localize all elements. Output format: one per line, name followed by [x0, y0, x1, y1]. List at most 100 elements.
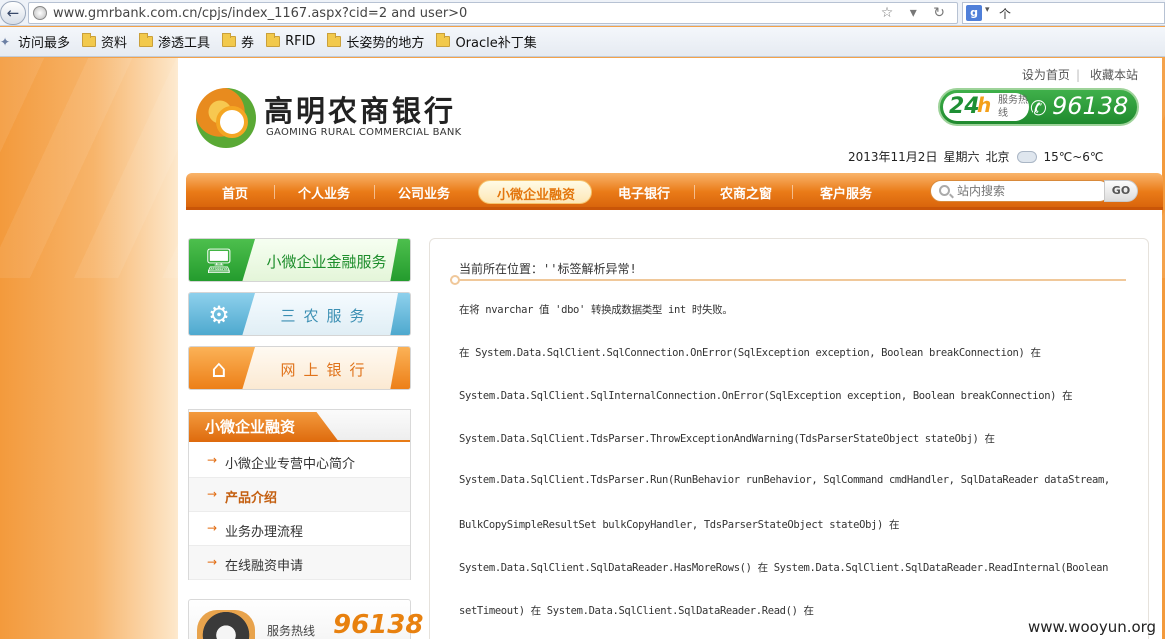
search-go-button[interactable]: GO	[1104, 180, 1138, 202]
bookmark-folder[interactable]: 长姿势的地方	[327, 32, 424, 51]
date-weather: 2013年11月2日 星期六 北京 15℃~6℃	[848, 146, 1109, 165]
hotline-service-label: 服务热线	[998, 95, 1028, 119]
hotline-banner: 24 h 服务热线 ✆ 96138	[938, 88, 1139, 126]
divider: |	[1075, 68, 1080, 82]
arrow-right-icon: →	[207, 555, 218, 569]
bookmark-folder[interactable]: Oracle补丁集	[436, 32, 537, 51]
house-icon: ⌂	[211, 355, 227, 383]
bookmarks-bar: ✦ 访问最多 资料 渗透工具 券 RFID 长姿势的地方 Oracle补丁集	[0, 27, 1165, 57]
sidebar-submenu: 小微企业融资 → 小微企业专营中心简介 → 产品介绍 → 业务办理流程 → 在线…	[188, 409, 411, 580]
stack-trace-line: System.Data.SqlClient.TdsParser.Run(RunB…	[459, 474, 1110, 486]
card-label: 三农服务	[280, 307, 373, 325]
stack-trace-line: System.Data.SqlClient.TdsParser.ThrowExc…	[459, 433, 995, 445]
sidebar-item-center-intro[interactable]: → 小微企业专营中心简介	[189, 444, 410, 478]
bookmark-folder[interactable]: RFID	[266, 33, 315, 49]
hotline-24h-badge: 24 h 服务热线	[943, 93, 1029, 121]
stack-trace-line: setTimeout) 在 System.Data.SqlClient.SqlD…	[459, 605, 814, 617]
browser-search-box[interactable]: g ▾ 个	[962, 2, 1165, 24]
stack-trace-line: System.Data.SqlClient.SqlInternalConnect…	[459, 390, 1073, 402]
folder-icon	[139, 33, 154, 47]
nav-ebank[interactable]: 电子银行	[618, 183, 670, 202]
weekday-text: 星期六	[943, 150, 980, 164]
main-content-panel: 当前所在位置：''标签解析异常! 在将 nvarchar 值 'dbo' 转换成…	[429, 238, 1149, 639]
url-text[interactable]: www.gmrbank.com.cn/cpjs/index_1167.aspx?…	[53, 6, 467, 21]
bookmark-star-icon: ✦	[0, 34, 11, 49]
address-bar[interactable]: www.gmrbank.com.cn/cpjs/index_1167.aspx?…	[28, 2, 958, 24]
sidebar-item-label: 产品介绍	[225, 491, 278, 506]
card-icon-block: 🖥	[189, 239, 255, 281]
bookmark-most-visited[interactable]: ✦ 访问最多	[0, 32, 70, 52]
sidebar-item-label: 业务办理流程	[225, 525, 304, 540]
back-arrow-icon[interactable]: ←	[0, 1, 26, 25]
folder-icon	[327, 33, 342, 47]
sidebar-hotline: 服务热线 96138	[188, 599, 423, 639]
folder-icon	[436, 33, 451, 47]
hotline-number: 96138	[333, 610, 424, 639]
folder-icon	[266, 33, 281, 47]
cloudy-weather-icon	[1017, 146, 1038, 163]
nav-divider	[792, 185, 793, 199]
gears-icon: ⚙	[208, 301, 230, 329]
main-nav: 首页 个人业务 公司业务 小微企业融资 电子银行 农商之窗 客户服务 GO	[186, 173, 1163, 210]
arrow-right-icon: →	[207, 453, 218, 467]
bank-logo-icon[interactable]	[196, 88, 256, 148]
hotline-label: 服务热线	[267, 624, 316, 638]
sidebar-item-process[interactable]: → 业务办理流程	[189, 512, 410, 546]
nav-small-business[interactable]: 小微企业融资	[478, 180, 592, 204]
nav-divider	[374, 185, 375, 199]
page-content: 设为首页 | 收藏本站 高明农商银行 GAOMING RURAL COMMERCIA…	[178, 58, 1163, 639]
sidebar-item-products[interactable]: → 产品介绍	[189, 478, 410, 512]
chevron-down-icon[interactable]: ▾	[985, 5, 990, 15]
browser-toolbar: ← www.gmrbank.com.cn/cpjs/index_1167.asp…	[0, 0, 1165, 26]
small-business-finance-card[interactable]: 🖥 小微企业金融服务	[188, 238, 411, 282]
nav-home[interactable]: 首页	[222, 183, 248, 202]
online-banking-card[interactable]: ⌂ 网上银行	[188, 346, 411, 390]
submenu-title: 小微企业融资	[205, 418, 296, 436]
watermark: www.wooyun.org	[1028, 618, 1157, 636]
date-text: 2013年11月2日	[848, 150, 938, 164]
card-icon-block: ⌂	[189, 347, 255, 389]
site-search-input[interactable]	[957, 183, 1097, 199]
submenu-header: 小微企业融资	[189, 410, 410, 442]
sidebar-item-online-apply[interactable]: → 在线融资申请	[189, 546, 410, 580]
card-label: 网上银行	[280, 361, 373, 379]
hotline-number: 96138	[1052, 92, 1129, 120]
google-icon[interactable]: g	[966, 5, 982, 21]
temperature-text: 15℃~6℃	[1043, 150, 1104, 164]
nav-divider	[274, 185, 275, 199]
set-homepage-link[interactable]: 设为首页	[1022, 68, 1070, 82]
bookmark-folder[interactable]: 渗透工具	[139, 32, 210, 51]
nav-window[interactable]: 农商之窗	[720, 183, 772, 202]
card-label: 小微企业金融服务	[266, 253, 387, 271]
agriculture-service-card[interactable]: ⚙ 三农服务	[188, 292, 411, 336]
url-action-icons[interactable]: ☆ ▾ ↻	[881, 5, 951, 21]
sidebar-item-label: 在线融资申请	[225, 559, 304, 574]
telephone-icon	[197, 610, 255, 639]
bank-name-en: GAOMING RURAL COMMERCIAL BANK	[266, 127, 462, 138]
folder-icon	[222, 33, 237, 47]
site-search-box[interactable]	[930, 180, 1110, 202]
divider	[450, 279, 1126, 281]
bookmark-folder[interactable]: 券	[222, 32, 254, 51]
nav-customer-service[interactable]: 客户服务	[820, 183, 872, 202]
arrow-right-icon: →	[207, 487, 218, 501]
stack-trace-line: System.Data.SqlClient.SqlDataReader.HasM…	[459, 562, 1109, 574]
bank-name-cn[interactable]: 高明农商银行	[264, 88, 456, 130]
top-links: 设为首页 | 收藏本站	[1018, 66, 1138, 83]
search-icon	[939, 185, 950, 196]
nav-corporate[interactable]: 公司业务	[398, 183, 450, 202]
nav-small-business-label: 小微企业融资	[496, 188, 575, 203]
stack-trace-line: BulkCopySimpleResultSet bulkCopyHandler,…	[459, 519, 900, 531]
stack-trace-line: 在 System.Data.SqlClient.SqlConnection.On…	[459, 347, 1041, 359]
arrow-right-icon: →	[207, 521, 218, 535]
browser-search-text[interactable]: 个	[999, 5, 1011, 22]
phone-icon: ✆	[1030, 96, 1047, 120]
sidebar-item-label: 小微企业专营中心简介	[225, 457, 356, 472]
bookmark-site-link[interactable]: 收藏本站	[1090, 68, 1138, 82]
nav-personal[interactable]: 个人业务	[298, 183, 350, 202]
nav-divider	[694, 185, 695, 199]
divider-dot	[450, 275, 460, 285]
error-message: 在将 nvarchar 值 'dbo' 转换成数据类型 int 时失败。	[459, 304, 733, 316]
bookmark-folder[interactable]: 资料	[82, 32, 127, 51]
card-icon-block: ⚙	[189, 293, 255, 335]
